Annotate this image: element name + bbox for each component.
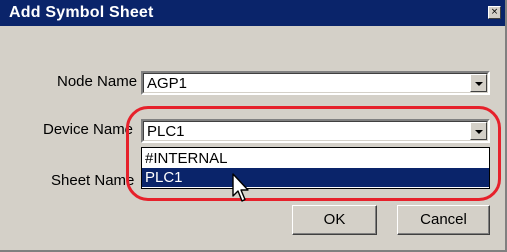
button-inner-shadow	[293, 206, 376, 234]
dropdown-option-internal[interactable]: #INTERNAL	[142, 149, 489, 168]
add-symbol-sheet-dialog: Add Symbol Sheet × Node Name AGP1 Device…	[0, 0, 507, 252]
arrow-cursor-icon	[232, 173, 249, 202]
node-name-combobox[interactable]: AGP1	[141, 71, 490, 95]
chevron-down-icon	[475, 82, 483, 86]
title-bar[interactable]: Add Symbol Sheet ×	[0, 0, 505, 26]
ok-button[interactable]: OK	[292, 205, 377, 235]
button-inner-shadow	[398, 206, 489, 234]
device-name-dropdown-button[interactable]	[470, 122, 487, 140]
device-name-label: Device Name	[43, 121, 134, 138]
chevron-down-icon	[475, 130, 483, 134]
node-name-dropdown-button[interactable]	[470, 74, 487, 92]
cancel-button[interactable]: Cancel	[397, 205, 490, 235]
device-name-value: PLC1	[147, 123, 185, 140]
window-title: Add Symbol Sheet	[9, 4, 154, 21]
combo-inner-border: AGP1	[143, 73, 488, 93]
dropdown-option-plc1[interactable]: PLC1	[142, 168, 489, 187]
close-button[interactable]: ×	[488, 6, 501, 19]
device-name-dropdown-list: #INTERNAL PLC1	[141, 147, 490, 189]
combo-inner-border: PLC1	[143, 121, 488, 141]
device-name-combobox[interactable]: PLC1	[141, 119, 490, 143]
sheet-name-label: Sheet Name	[51, 172, 135, 189]
node-name-label: Node Name	[57, 73, 138, 90]
node-name-value: AGP1	[147, 75, 188, 92]
